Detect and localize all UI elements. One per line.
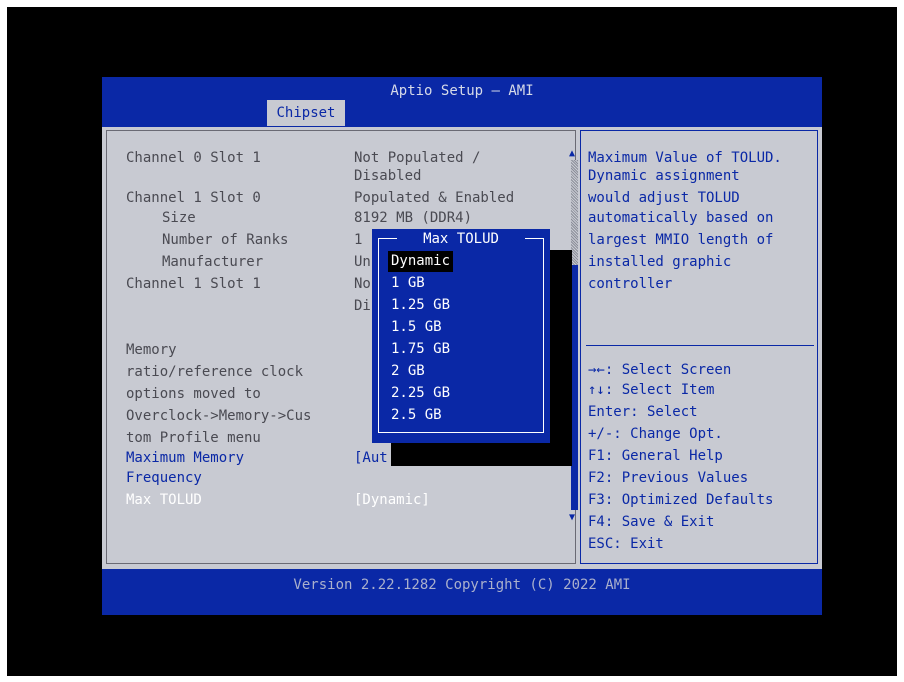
popup-title: Max TOLUD: [397, 229, 525, 249]
scroll-down-arrow-icon[interactable]: ▼: [569, 512, 575, 523]
memory-note-line: tom Profile menu: [126, 430, 261, 446]
app-title: Aptio Setup – AMI: [390, 83, 534, 99]
max-tolud-value[interactable]: [Dynamic]: [354, 489, 430, 511]
channel1-slot1-value-cont: Di: [354, 298, 371, 314]
memory-note-line: options moved to: [126, 386, 261, 402]
help-line: controller: [588, 276, 673, 292]
max-memory-frequency-label[interactable]: Maximum Memory: [126, 447, 244, 469]
key-hint-select-item: ↑↓: Select Item: [588, 382, 715, 398]
popup-shadow: [391, 443, 572, 466]
max-memory-frequency-value[interactable]: [Aut: [354, 447, 388, 469]
manufacturer-value: Un: [354, 254, 371, 270]
size-value: 8192 MB (DDR4): [354, 210, 473, 226]
channel1-slot1-value: No: [354, 276, 371, 292]
key-hint-select-screen: →←: Select Screen: [588, 362, 732, 378]
popup-option-1-25gb[interactable]: 1.25 GB: [388, 295, 453, 316]
popup-option-2gb[interactable]: 2 GB: [388, 361, 428, 382]
size-label: Size: [162, 210, 196, 226]
key-hint-change-opt: +/-: Change Opt.: [588, 426, 723, 442]
popup-shadow: [550, 250, 572, 466]
memory-note-line: Overclock->Memory->Cus: [126, 408, 312, 424]
popup-option-1-5gb[interactable]: 1.5 GB: [388, 317, 445, 338]
scrollbar-thumb[interactable]: [571, 160, 578, 265]
help-line: installed graphic: [588, 254, 732, 270]
memory-note-line: ratio/reference clock: [126, 364, 304, 380]
key-hint-esc: ESC: Exit: [588, 536, 664, 552]
ranks-value: 1: [354, 232, 363, 248]
scroll-up-arrow-icon[interactable]: ▲: [569, 148, 575, 159]
popup-option-1gb[interactable]: 1 GB: [388, 273, 428, 294]
version-copyright: Version 2.22.1282 Copyright (C) 2022 AMI: [293, 577, 631, 593]
popup-option-2-5gb[interactable]: 2.5 GB: [388, 405, 445, 426]
manufacturer-label: Manufacturer: [162, 254, 264, 270]
popup-option-dynamic[interactable]: Dynamic: [388, 251, 454, 272]
channel1-slot1-label: Channel 1 Slot 1: [126, 276, 261, 292]
max-memory-frequency-label-cont[interactable]: Frequency: [126, 467, 202, 489]
key-hint-f3: F3: Optimized Defaults: [588, 492, 774, 508]
ranks-label: Number of Ranks: [162, 232, 289, 248]
channel0-slot1-value-cont: Disabled: [354, 168, 422, 184]
channel1-slot0-value: Populated & Enabled: [354, 190, 515, 206]
key-hint-f4: F4: Save & Exit: [588, 514, 715, 530]
help-line: Dynamic assignment: [588, 168, 740, 184]
popup-option-1-75gb[interactable]: 1.75 GB: [388, 339, 453, 360]
channel1-slot0-label: Channel 1 Slot 0: [126, 190, 261, 206]
popup-option-2-25gb[interactable]: 2.25 GB: [388, 383, 453, 404]
key-hint-f1: F1: General Help: [588, 448, 723, 464]
help-line: largest MMIO length of: [588, 232, 774, 248]
key-hint-enter: Enter: Select: [588, 404, 698, 420]
tab-chipset[interactable]: Chipset: [267, 100, 345, 126]
key-hint-f2: F2: Previous Values: [588, 470, 749, 486]
help-divider: [586, 345, 814, 346]
help-line: automatically based on: [588, 210, 774, 226]
max-tolud-label[interactable]: Max TOLUD: [126, 489, 202, 511]
help-line: would adjust TOLUD: [588, 190, 740, 206]
memory-note-line: Memory: [126, 342, 177, 358]
channel0-slot1-label: Channel 0 Slot 1: [126, 150, 261, 166]
